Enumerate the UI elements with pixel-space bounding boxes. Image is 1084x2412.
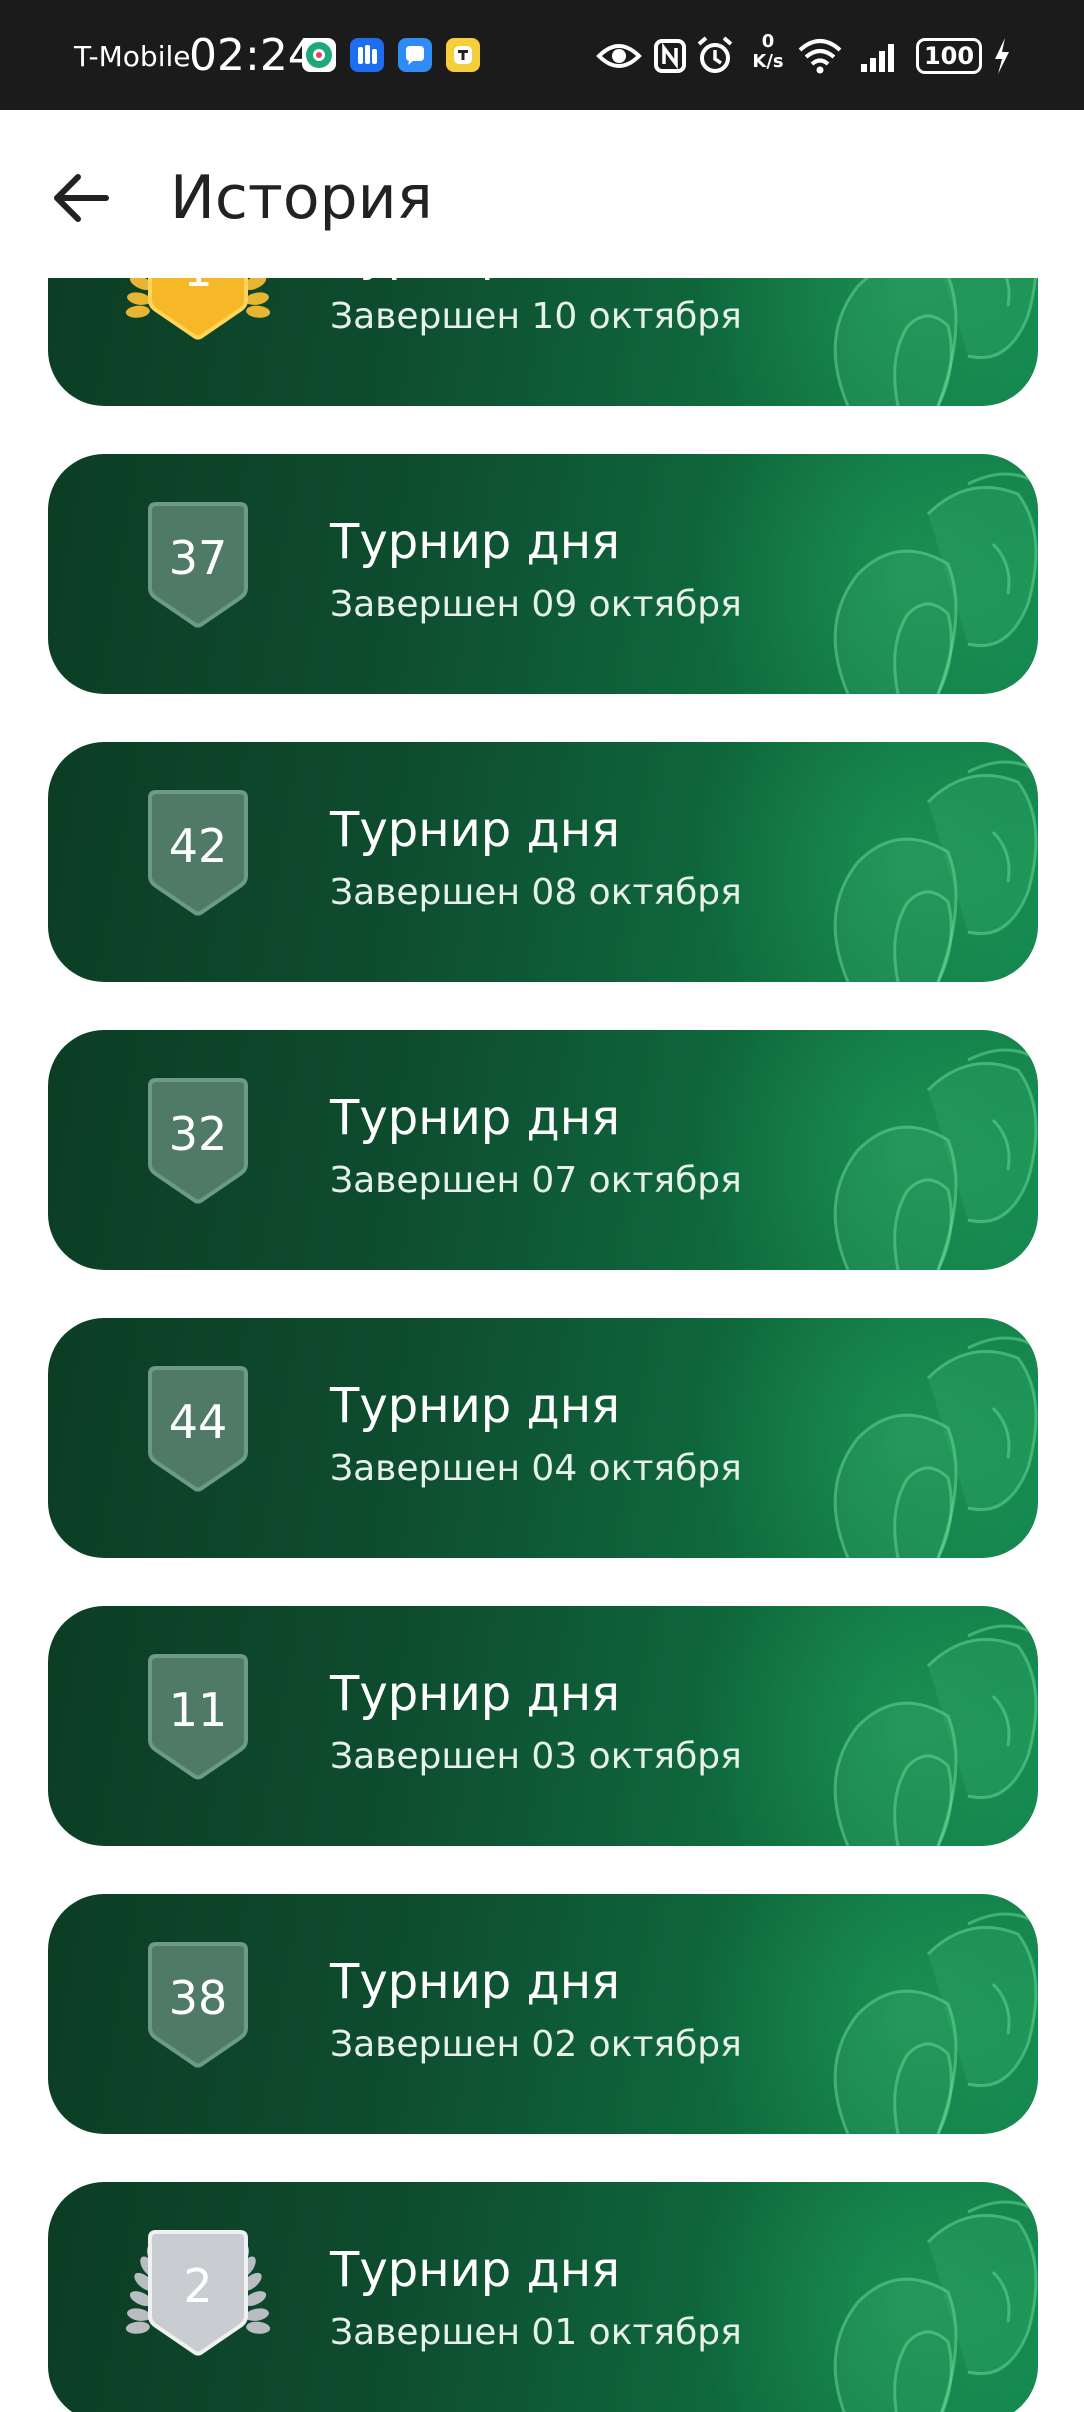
card-title: Турнир дня xyxy=(330,1090,620,1146)
chat-app-icon xyxy=(398,38,432,72)
back-button[interactable] xyxy=(44,160,120,236)
rank-number: 11 xyxy=(168,1683,228,1737)
nfc-icon xyxy=(654,39,686,73)
yellow-app-icon xyxy=(446,38,480,72)
app-header: История xyxy=(0,110,1084,278)
card-subtitle: Завершен 09 октября xyxy=(330,584,742,625)
rank-number: 32 xyxy=(168,1107,228,1161)
carrier-label: T-Mobile xyxy=(74,40,191,73)
rank-badge: 32 xyxy=(108,1072,288,1232)
charging-icon xyxy=(995,38,1009,74)
tournament-card-Завершен-01-октября[interactable]: 2 Турнир дня Завершен 01 октября xyxy=(48,2182,1038,2412)
net-speed-unit: K/s xyxy=(752,51,784,72)
card-subtitle: Завершен 03 октября xyxy=(330,1736,742,1777)
card-title: Турнир дня xyxy=(330,1666,620,1722)
boxing-glove-icon xyxy=(833,1336,1038,1558)
rank-number: 2 xyxy=(183,2259,213,2313)
rank-badge: 38 xyxy=(108,1936,288,2096)
rank-badge: 42 xyxy=(108,784,288,944)
page-title: История xyxy=(170,163,433,233)
rank-badge: 44 xyxy=(108,1360,288,1520)
tournament-card-Завершен-10-октября[interactable]: 1 Турнир дня Завершен 10 октября xyxy=(48,278,1038,406)
rank-number: 38 xyxy=(168,1971,228,2025)
card-title: Турнир дня xyxy=(330,1954,620,2010)
status-bar: T-Mobile 02:24 0 K/s 100 xyxy=(0,0,1084,110)
arrow-left-icon xyxy=(54,174,109,222)
rank-number: 44 xyxy=(168,1395,228,1449)
boxing-glove-icon xyxy=(833,1624,1038,1846)
boxing-glove-icon xyxy=(833,2200,1038,2412)
tournament-card-Завершен-09-октября[interactable]: 37 Турнир дня Завершен 09 октября xyxy=(48,454,1038,694)
card-subtitle: Завершен 01 октября xyxy=(330,2312,742,2353)
boxing-glove-icon xyxy=(833,1048,1038,1270)
tournament-history-list[interactable]: 1 Турнир дня Завершен 10 октября 37 Турн… xyxy=(0,278,1084,2412)
card-subtitle: Завершен 10 октября xyxy=(330,296,742,337)
tournament-card-Завершен-02-октября[interactable]: 38 Турнир дня Завершен 02 октября xyxy=(48,1894,1038,2134)
tournament-card-Завершен-07-октября[interactable]: 32 Турнир дня Завершен 07 октября xyxy=(48,1030,1038,1270)
card-subtitle: Завершен 04 октября xyxy=(330,1448,742,1489)
rank-badge: 2 xyxy=(108,2224,288,2384)
tournament-card-Завершен-08-октября[interactable]: 42 Турнир дня Завершен 08 октября xyxy=(48,742,1038,982)
alarm-icon xyxy=(697,36,733,73)
card-title: Турнир дня xyxy=(330,278,620,284)
rank-number: 1 xyxy=(168,278,228,298)
card-title: Турнир дня xyxy=(330,802,620,858)
rank-badge: 37 xyxy=(108,496,288,656)
card-title: Турнир дня xyxy=(330,514,620,570)
card-subtitle: Завершен 07 октября xyxy=(330,1160,742,1201)
rank-number: 42 xyxy=(168,819,228,873)
rank-badge: 11 xyxy=(108,1648,288,1808)
battery-level: 100 xyxy=(916,38,982,74)
tournament-card-Завершен-03-октября[interactable]: 11 Турнир дня Завершен 03 октября xyxy=(48,1606,1038,1846)
signal-icon xyxy=(861,44,894,72)
net-speed: 0 K/s xyxy=(748,32,788,72)
boxing-glove-icon xyxy=(833,1912,1038,2134)
rank-badge: 1 xyxy=(108,278,288,368)
clock: 02:24 xyxy=(189,30,316,81)
card-title: Турнир дня xyxy=(330,2242,620,2298)
boxing-glove-icon xyxy=(833,472,1038,694)
blue-app-icon xyxy=(350,38,384,72)
rank-number: 37 xyxy=(168,531,228,585)
card-subtitle: Завершен 02 октября xyxy=(330,2024,742,2065)
card-title: Турнир дня xyxy=(330,1378,620,1434)
wifi-icon xyxy=(798,39,842,74)
card-subtitle: Завершен 08 октября xyxy=(330,872,742,913)
net-speed-value: 0 xyxy=(761,31,775,52)
tournament-card-Завершен-04-октября[interactable]: 44 Турнир дня Завершен 04 октября xyxy=(48,1318,1038,1558)
green-app-icon xyxy=(302,38,336,72)
eye-icon xyxy=(596,44,642,68)
boxing-glove-icon xyxy=(833,278,1037,406)
boxing-glove-icon xyxy=(833,760,1038,982)
